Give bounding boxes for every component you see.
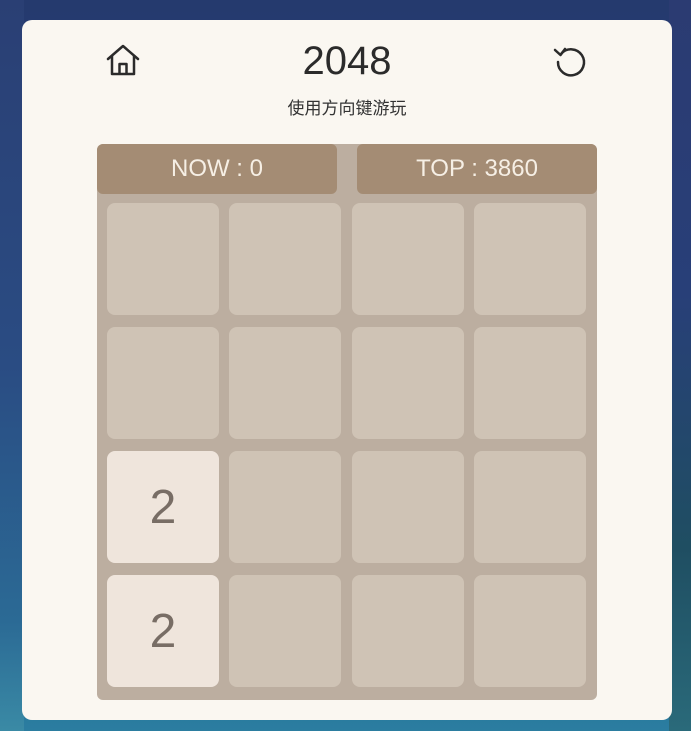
tile-r0-c1: [229, 203, 341, 315]
tile-r3-c3: [474, 575, 586, 687]
reset-button[interactable]: [551, 41, 591, 81]
tile-r0-c2: [352, 203, 464, 315]
tile-r1-c3: [474, 327, 586, 439]
current-score: NOW : 0: [97, 144, 337, 194]
best-score: TOP : 3860: [357, 144, 597, 194]
tile-r3-c2: [352, 575, 464, 687]
tile-r0-c3: [474, 203, 586, 315]
tile-r1-c0: [107, 327, 219, 439]
tile-r3-c1: [229, 575, 341, 687]
tile-r0-c0: [107, 203, 219, 315]
background-right: [669, 0, 691, 731]
tile-r1-c2: [352, 327, 464, 439]
instructions-text: 使用方向键游玩: [287, 99, 407, 119]
tile-r2-c0: 2: [107, 451, 219, 563]
reset-icon: [553, 47, 586, 77]
tile-r2-c3: [474, 451, 586, 563]
background-left: [0, 0, 24, 731]
tile-r3-c0: 2: [107, 575, 219, 687]
game-board: NOW : 0 TOP : 3860 2 2: [97, 144, 597, 700]
tile-r2-c1: [229, 451, 341, 563]
game-panel: 2048 使用方向键游玩 NOW : 0 TOP : 3860 2 2: [22, 20, 672, 720]
tile-r2-c2: [352, 451, 464, 563]
tile-r1-c1: [229, 327, 341, 439]
